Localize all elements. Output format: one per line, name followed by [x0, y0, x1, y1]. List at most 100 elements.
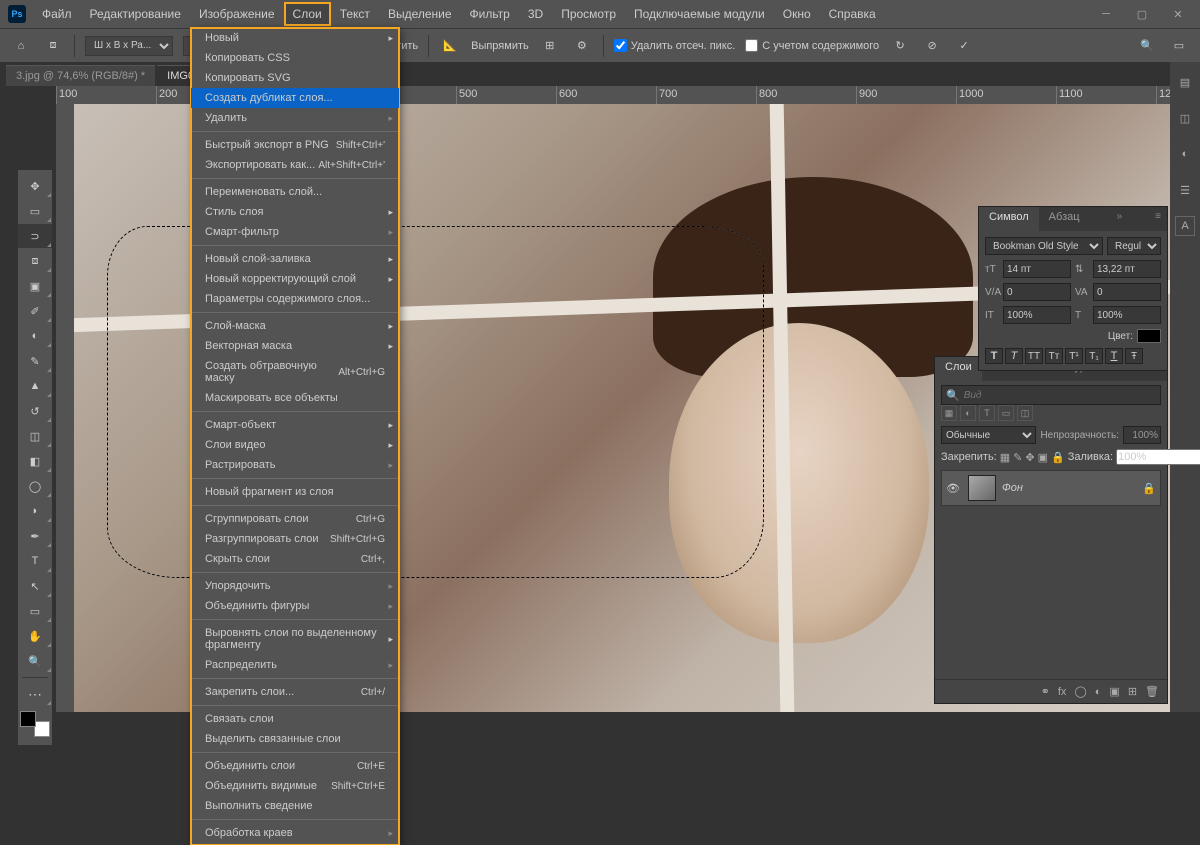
history-brush-tool[interactable]: ↺	[18, 399, 52, 423]
tab-character[interactable]: Символ	[979, 207, 1039, 231]
layer-name[interactable]: Фон	[1002, 482, 1136, 494]
restore-button[interactable]: ▢	[1128, 4, 1156, 24]
shape-tool[interactable]: ▭	[18, 599, 52, 623]
dodge-tool[interactable]: ◗	[18, 499, 52, 523]
fx-icon[interactable]: fx	[1058, 686, 1067, 698]
close-button[interactable]: ✕	[1164, 4, 1192, 24]
frame-tool[interactable]: ▣	[18, 274, 52, 298]
menu-help[interactable]: Справка	[821, 3, 884, 25]
pen-tool[interactable]: ✒	[18, 524, 52, 548]
layer-item[interactable]: 👁 Фон 🔒	[941, 470, 1161, 506]
bold-button[interactable]: T	[985, 348, 1003, 364]
lock-paint-icon[interactable]: ✎	[1013, 450, 1022, 464]
menu-item[interactable]: Векторная маска	[191, 336, 399, 356]
menu-item[interactable]: Быстрый экспорт в PNGShift+Ctrl+'	[191, 135, 399, 155]
font-family-select[interactable]: Bookman Old Style	[985, 237, 1103, 255]
menu-item[interactable]: Объединить видимыеShift+Ctrl+E	[191, 776, 399, 796]
menu-edit[interactable]: Редактирование	[82, 3, 189, 25]
menu-item[interactable]: Слои видео	[191, 435, 399, 455]
brush-tool[interactable]: ✎	[18, 349, 52, 373]
menu-item[interactable]: Стиль слоя	[191, 202, 399, 222]
crop-tool-icon[interactable]: ⧈	[42, 35, 64, 57]
filter-type-icon[interactable]: T	[979, 405, 995, 421]
crop-tool[interactable]: ⧈	[18, 249, 52, 273]
super-button[interactable]: T¹	[1065, 348, 1083, 364]
blur-tool[interactable]: ◯	[18, 474, 52, 498]
menu-select[interactable]: Выделение	[380, 3, 460, 25]
filter-smart-icon[interactable]: ◫	[1017, 405, 1033, 421]
character-panel-icon[interactable]: A	[1175, 216, 1195, 236]
cancel-icon[interactable]: ⊘	[921, 35, 943, 57]
text-color-swatch[interactable]	[1137, 329, 1161, 343]
menu-item[interactable]: Новый корректирующий слой	[191, 269, 399, 289]
hand-tool[interactable]: ✋	[18, 624, 52, 648]
layer-search[interactable]: 🔍	[941, 385, 1161, 405]
content-aware-check[interactable]: С учетом содержимого	[745, 39, 879, 52]
menu-item[interactable]: Слой-маска	[191, 316, 399, 336]
straighten-icon[interactable]: 📐	[439, 35, 461, 57]
eraser-tool[interactable]: ◫	[18, 424, 52, 448]
blend-mode-select[interactable]: Обычные	[941, 426, 1036, 444]
ratio-select[interactable]: Ш x В x Ра...	[85, 36, 173, 56]
lock-trans-icon[interactable]: ▦	[1000, 450, 1010, 464]
path-tool[interactable]: ↖	[18, 574, 52, 598]
sub-button[interactable]: T₁	[1085, 348, 1103, 364]
menu-plugins[interactable]: Подключаемые модули	[626, 3, 773, 25]
color-panel-icon[interactable]: ▤	[1175, 72, 1195, 92]
panel-collapse[interactable]: »	[1111, 207, 1129, 231]
grid-icon[interactable]: ⊞	[539, 35, 561, 57]
group-icon[interactable]: ▣	[1109, 685, 1119, 698]
leading-field[interactable]	[1093, 260, 1161, 278]
menu-view[interactable]: Просмотр	[553, 3, 624, 25]
tab-paragraph[interactable]: Абзац	[1039, 207, 1090, 231]
smallcaps-button[interactable]: Tᴛ	[1045, 348, 1063, 364]
font-size-field[interactable]	[1003, 260, 1071, 278]
font-style-select[interactable]: Regular	[1107, 237, 1161, 255]
lock-pos-icon[interactable]: ✥	[1025, 450, 1034, 464]
filter-pixel-icon[interactable]: ▦	[941, 405, 957, 421]
italic-button[interactable]: T	[1005, 348, 1023, 364]
home-icon[interactable]: ⌂	[10, 35, 32, 57]
search-icon[interactable]: 🔍	[1136, 35, 1158, 57]
strike-button[interactable]: Ŧ	[1125, 348, 1143, 364]
visibility-icon[interactable]: 👁	[946, 482, 962, 495]
panel-menu[interactable]: ≡	[1149, 207, 1167, 231]
filter-adjust-icon[interactable]: ◐	[960, 405, 976, 421]
menu-item[interactable]: Создать дубликат слоя...	[191, 88, 399, 108]
tab-inactive[interactable]: 3.jpg @ 74,6% (RGB/8#) *	[6, 65, 155, 86]
move-tool[interactable]: ✥	[18, 174, 52, 198]
tab-layers[interactable]: Слои	[935, 357, 982, 381]
vscale-field[interactable]	[1003, 306, 1071, 324]
lock-artboard-icon[interactable]: ▣	[1038, 450, 1048, 464]
heal-tool[interactable]: ◐	[18, 324, 52, 348]
menu-item[interactable]: Новый	[191, 28, 399, 48]
delete-crop-check[interactable]: Удалить отсеч. пикс.	[614, 39, 736, 52]
color-swatches[interactable]	[20, 711, 50, 737]
menu-window[interactable]: Окно	[775, 3, 819, 25]
filter-shape-icon[interactable]: ▭	[998, 405, 1014, 421]
menu-layers[interactable]: Слои	[285, 3, 330, 25]
adjustment-icon[interactable]: ◐	[1095, 686, 1102, 698]
libraries-panel-icon[interactable]: ☰	[1175, 180, 1195, 200]
commit-icon[interactable]: ✓	[953, 35, 975, 57]
kerning-field[interactable]	[1003, 283, 1071, 301]
workspace-icon[interactable]: ▭	[1168, 35, 1190, 57]
swatches-panel-icon[interactable]: ◫	[1175, 108, 1195, 128]
eyedropper-tool[interactable]: ✐	[18, 299, 52, 323]
menu-item[interactable]: Выполнить сведение	[191, 796, 399, 816]
lock-all-icon[interactable]: 🔒	[1051, 450, 1065, 464]
menu-item[interactable]: Закрепить слои...Ctrl+/	[191, 682, 399, 702]
menu-item[interactable]: Новый слой-заливка	[191, 249, 399, 269]
opacity-field[interactable]	[1123, 426, 1161, 444]
gear-icon[interactable]: ⚙	[571, 35, 593, 57]
edit-toolbar[interactable]: ⋯	[18, 682, 52, 706]
delete-icon[interactable]: 🗑	[1145, 685, 1159, 698]
ruler-vertical[interactable]	[56, 104, 74, 712]
minimize-button[interactable]: ─	[1092, 4, 1120, 24]
menu-image[interactable]: Изображение	[191, 3, 283, 25]
menu-filter[interactable]: Фильтр	[462, 3, 518, 25]
menu-item[interactable]: Переименовать слой...	[191, 182, 399, 202]
link-icon[interactable]: ⚭	[1041, 685, 1050, 698]
stamp-tool[interactable]: ▲	[18, 374, 52, 398]
menu-item[interactable]: Маскировать все объекты	[191, 388, 399, 408]
